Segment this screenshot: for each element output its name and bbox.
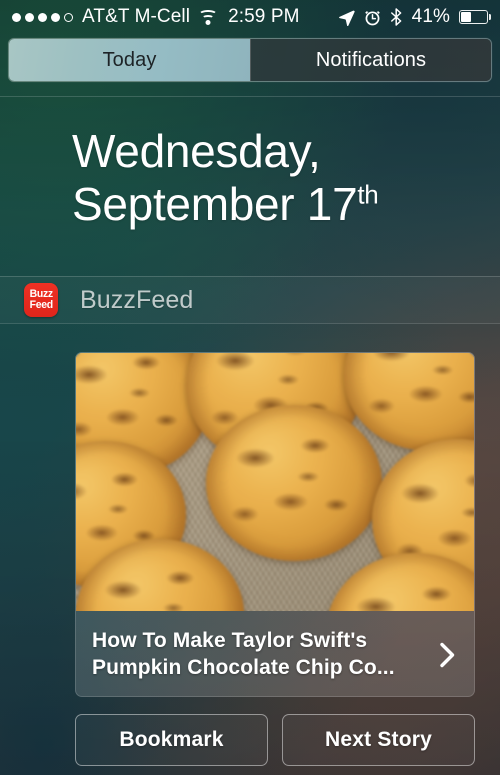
status-bar-right: 41% xyxy=(338,6,492,28)
cellular-signal-dots-icon xyxy=(12,12,74,22)
app-icon-line2: Feed xyxy=(29,299,53,311)
story-headline: How To Make Taylor Swift's Pumpkin Choco… xyxy=(92,628,395,679)
carrier-label: AT&T M-Cell xyxy=(82,6,191,27)
story-card[interactable]: How To Make Taylor Swift's Pumpkin Choco… xyxy=(75,352,475,697)
widget-header-buzzfeed[interactable]: Buzz Feed BuzzFeed xyxy=(0,276,500,324)
bookmark-button[interactable]: Bookmark xyxy=(75,714,268,766)
story-headline-row[interactable]: How To Make Taylor Swift's Pumpkin Choco… xyxy=(76,611,474,696)
tab-today[interactable]: Today xyxy=(9,39,250,81)
date-line-month-day: September 17th xyxy=(72,178,500,231)
story-image-softening xyxy=(76,353,474,611)
today-notifications-segmented-control[interactable]: Today Notifications xyxy=(8,38,492,82)
date-ordinal-suffix: th xyxy=(357,180,379,211)
alarm-clock-icon xyxy=(364,9,381,26)
wifi-icon xyxy=(198,9,218,25)
location-arrow-icon xyxy=(338,9,355,26)
date-month-day-text: September 17 xyxy=(72,178,358,231)
story-action-buttons: Bookmark Next Story xyxy=(75,714,475,766)
date-line-weekday: Wednesday, xyxy=(72,125,321,177)
date-header: Wednesday, September 17th xyxy=(0,96,500,232)
next-story-button[interactable]: Next Story xyxy=(282,714,475,766)
clock-label: 2:59 PM xyxy=(228,6,300,27)
battery-percent-label: 41% xyxy=(411,6,450,27)
notification-center-screen: AT&T M-Cell 2:59 PM 41% Today Notificati… xyxy=(0,0,500,775)
story-image xyxy=(76,353,474,611)
chevron-right-icon[interactable] xyxy=(434,642,460,668)
buzzfeed-app-icon: Buzz Feed xyxy=(24,283,58,317)
status-bar-left: AT&T M-Cell 2:59 PM xyxy=(12,6,300,28)
widget-title: BuzzFeed xyxy=(80,285,194,314)
bluetooth-icon xyxy=(390,8,403,26)
status-bar: AT&T M-Cell 2:59 PM 41% xyxy=(0,0,500,34)
battery-icon xyxy=(459,10,492,24)
tab-notifications[interactable]: Notifications xyxy=(250,39,491,81)
